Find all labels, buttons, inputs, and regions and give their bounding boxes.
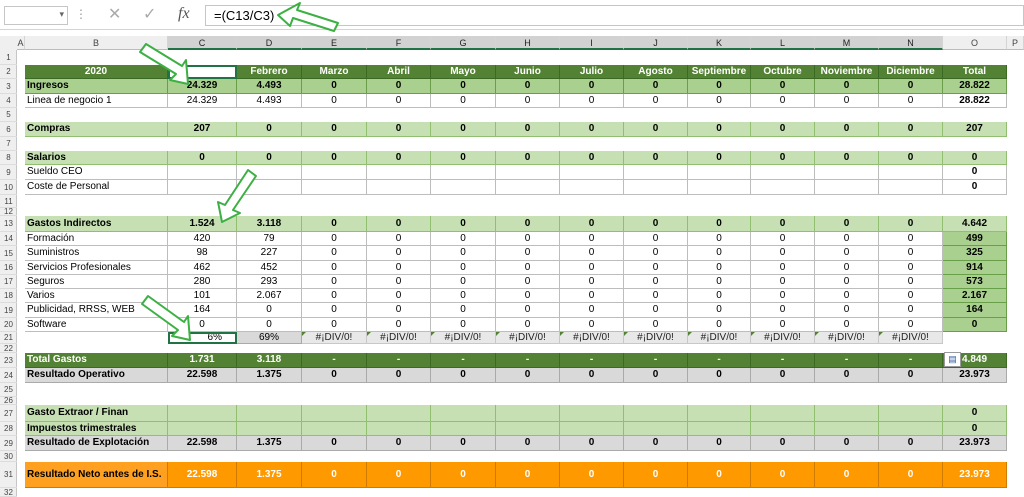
- arrow-to-gastos: [217, 169, 257, 223]
- arrow-to-ratio: [141, 295, 191, 341]
- arrow-to-formula: [277, 2, 339, 32]
- annotation-arrows: [139, 2, 339, 341]
- arrow-to-enero: [139, 43, 189, 85]
